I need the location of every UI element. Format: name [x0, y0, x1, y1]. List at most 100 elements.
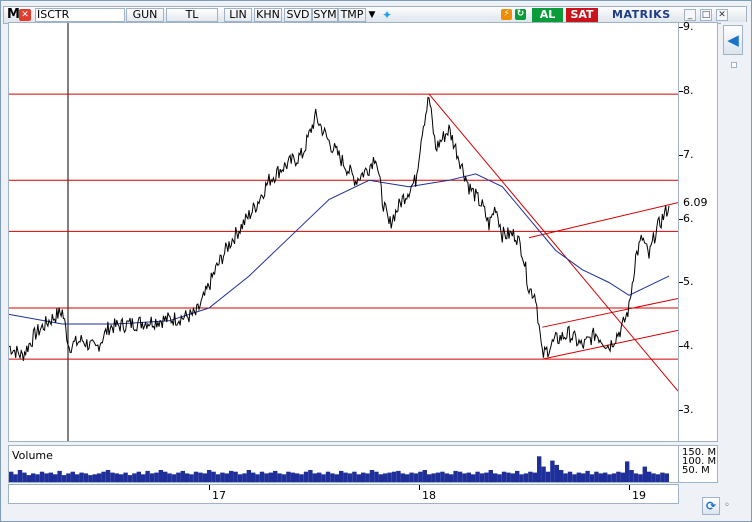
volume-bar [413, 473, 419, 482]
scroll-handle[interactable] [731, 62, 737, 68]
moving-average-line [9, 173, 670, 325]
volume-bar [581, 473, 586, 482]
volume-bar [497, 474, 502, 482]
bottom-controls: ⟳ ◦ [700, 495, 746, 517]
volume-bar [31, 473, 36, 482]
volume-bar [281, 474, 287, 482]
volume-bar [400, 473, 405, 482]
volume-bar [435, 472, 441, 482]
refresh-icon[interactable]: ⟳ [702, 497, 720, 515]
price-tick-label: 5. [683, 275, 694, 289]
volume-bar [347, 473, 353, 482]
volume-bar [374, 471, 379, 482]
date-tick-mark [209, 485, 210, 490]
price-tick-label: 6. [683, 211, 694, 225]
volume-bar [66, 473, 71, 482]
volume-bar [391, 471, 397, 482]
volume-bar [48, 472, 53, 482]
volume-bar [299, 474, 304, 482]
volume-bar [515, 470, 520, 482]
volume-bar [264, 473, 269, 482]
date-tick-mark [419, 485, 420, 490]
volume-bar [589, 474, 595, 482]
button-tmp[interactable]: TMP [338, 8, 366, 22]
volume-bar [651, 473, 656, 482]
volume-bar [233, 471, 238, 482]
volume-bar [83, 473, 89, 482]
volume-bar [519, 474, 524, 482]
volume-bar [466, 472, 471, 482]
volume-bar [361, 472, 366, 482]
volume-bar [532, 472, 537, 482]
menu-button[interactable]: M [7, 7, 20, 23]
price-chart[interactable] [8, 22, 679, 442]
volume-bar [559, 470, 564, 482]
volume-bar [119, 474, 124, 482]
date-tick-mark [629, 485, 630, 490]
volume-bar [475, 471, 480, 482]
sell-button[interactable]: SAT [566, 8, 598, 22]
volume-bar [312, 473, 317, 482]
volume-bar [409, 472, 414, 482]
chevron-down-icon[interactable]: ▼ [366, 8, 378, 22]
volume-bar [70, 471, 75, 482]
volume-bar [572, 474, 577, 482]
period-button-gun[interactable]: GUN [126, 8, 164, 22]
volume-bar [567, 471, 573, 482]
volume-bar [387, 472, 392, 482]
volume-bar [211, 471, 216, 482]
volume-bar [22, 472, 27, 482]
date-tick-label: 17 [212, 489, 226, 502]
volume-bar [220, 472, 225, 482]
button-khn[interactable]: KHN [254, 8, 282, 22]
volume-bar [598, 473, 603, 482]
price-axis: 3. 4. 5. 6. 7. 8. 9. 6.09 [679, 20, 718, 442]
volume-bar [97, 473, 102, 482]
volume-bar [202, 473, 207, 482]
volume-bar [576, 472, 581, 482]
refresh-small-icon[interactable]: ↻ [515, 9, 526, 20]
volume-bar [633, 473, 639, 482]
volume-bar [484, 472, 489, 482]
side-panel: ◀ [721, 22, 747, 502]
volume-bar [132, 473, 137, 482]
volume-bar [259, 471, 265, 482]
window-close-icon[interactable]: ✕ [716, 9, 728, 21]
volume-bar [325, 471, 331, 482]
volume-bar [17, 470, 23, 482]
volume-bar [114, 473, 119, 482]
close-icon[interactable]: ✕ [19, 9, 31, 21]
maximize-icon[interactable]: □ [700, 9, 712, 21]
volume-bar [268, 472, 273, 482]
volume-bar [149, 473, 155, 482]
volume-bar [101, 471, 106, 482]
volume-bar [655, 474, 661, 482]
volume-bar [440, 471, 445, 482]
volume-bar [449, 474, 454, 482]
volume-bar [176, 472, 181, 482]
volume-bar [207, 470, 212, 482]
volume-bar [554, 464, 559, 482]
lightning-icon[interactable]: ⚡ [501, 9, 512, 20]
volume-bar [422, 470, 427, 482]
scale-button-lin[interactable]: LIN [224, 8, 252, 22]
volume-bar [246, 470, 251, 482]
twitter-icon[interactable]: ✦ [380, 8, 394, 22]
button-svd[interactable]: SVD [284, 8, 312, 22]
volume-bar [35, 474, 40, 482]
button-sym[interactable]: SYM [312, 8, 338, 22]
volume-bar [127, 475, 133, 482]
volume-bar [198, 472, 203, 482]
volume-bar [528, 471, 533, 482]
buy-button[interactable]: AL [532, 8, 563, 22]
symbol-input[interactable]: ISCTR [35, 8, 125, 22]
volume-bar [317, 472, 322, 482]
currency-button-tl[interactable]: TL [166, 8, 218, 22]
settings-icon[interactable]: ◦ [724, 500, 736, 512]
volume-bar [607, 474, 612, 482]
date-tick-label: 18 [422, 489, 436, 502]
arrow-left-icon[interactable]: ◀ [723, 25, 743, 55]
price-tick-label: 9. [683, 20, 694, 33]
date-tick-label: 19 [632, 489, 646, 502]
volume-tick-label: 50. M [682, 465, 710, 476]
